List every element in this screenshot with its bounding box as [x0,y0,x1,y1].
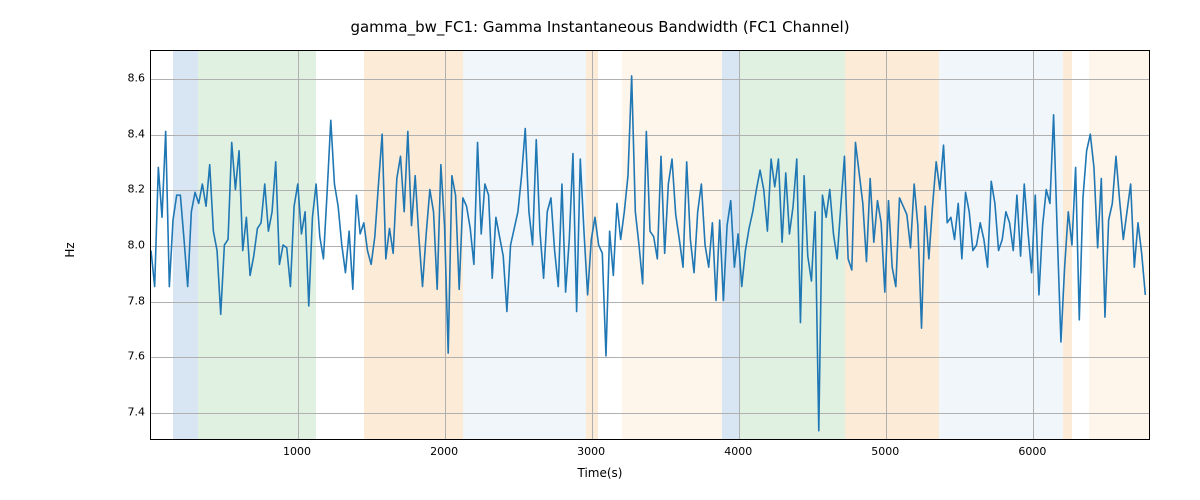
y-tick-label: 8.2 [128,183,146,196]
y-tick-label: 7.8 [128,294,146,307]
x-tick-label: 4000 [724,445,752,458]
y-tick-label: 8.6 [128,71,146,84]
y-tick-label: 7.4 [128,406,146,419]
y-axis-label: Hz [63,242,77,257]
x-tick-label: 2000 [430,445,458,458]
y-tick-label: 8.4 [128,127,146,140]
x-tick-label: 1000 [283,445,311,458]
y-tick-label: 8.0 [128,239,146,252]
x-tick-label: 6000 [1018,445,1046,458]
plot-area [150,50,1150,440]
data-line [151,51,1149,439]
x-tick-label: 5000 [871,445,899,458]
x-tick-label: 3000 [577,445,605,458]
figure: gamma_bw_FC1: Gamma Instantaneous Bandwi… [0,0,1200,500]
y-tick-label: 7.6 [128,350,146,363]
chart-title: gamma_bw_FC1: Gamma Instantaneous Bandwi… [0,18,1200,36]
x-axis-label: Time(s) [0,466,1200,480]
